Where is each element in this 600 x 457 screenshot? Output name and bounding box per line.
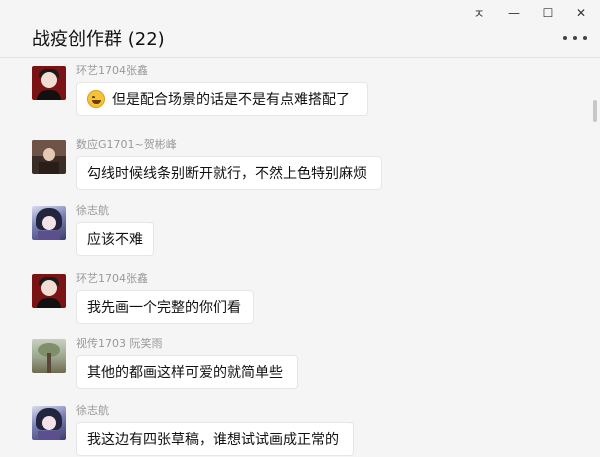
title-bar: 战疫创作群 (22) ㅈ — ☐ ✕ <box>0 0 600 58</box>
laughing-tears-emoji-icon <box>87 90 105 108</box>
message-text: 我这边有四张草稿，谁想试试画成正常的 <box>87 432 339 448</box>
message-text: 我先画一个完整的你们看 <box>87 300 241 316</box>
maximize-icon[interactable]: ☐ <box>537 4 559 22</box>
sender-name: 徐志航 <box>76 204 109 217</box>
avatar[interactable] <box>32 339 66 373</box>
message-list[interactable]: 环艺1704张鑫 但是配合场景的话是不是有点难搭配了 数应G1701~贺彬峰 勾… <box>0 58 600 457</box>
minimize-icon[interactable]: — <box>503 4 525 22</box>
message-text: 应该不难 <box>87 232 143 248</box>
sender-name: 视传1703 阮笑雨 <box>76 337 163 350</box>
sender-name: 环艺1704张鑫 <box>76 272 148 285</box>
message-bubble[interactable]: 应该不难 <box>76 222 154 256</box>
avatar[interactable] <box>32 66 66 100</box>
chat-title: 战疫创作群 (22) <box>32 29 165 50</box>
message-text: 其他的都画这样可爱的就简单些 <box>87 365 283 381</box>
message-bubble[interactable]: 其他的都画这样可爱的就简单些 <box>76 355 298 389</box>
sender-name: 徐志航 <box>76 404 109 417</box>
sender-name: 环艺1704张鑫 <box>76 64 148 77</box>
message-text: 但是配合场景的话是不是有点难搭配了 <box>112 92 350 108</box>
message-bubble[interactable]: 但是配合场景的话是不是有点难搭配了 <box>76 82 368 116</box>
message-bubble[interactable]: 我先画一个完整的你们看 <box>76 290 254 324</box>
more-horizontal-icon[interactable] <box>563 32 587 44</box>
message-bubble[interactable]: 我这边有四张草稿，谁想试试画成正常的 <box>76 422 354 456</box>
pin-icon[interactable]: ㅈ <box>468 4 490 22</box>
avatar[interactable] <box>32 206 66 240</box>
avatar[interactable] <box>32 274 66 308</box>
message-text: 勾线时候线条别断开就行，不然上色特别麻烦 <box>87 166 367 182</box>
close-icon[interactable]: ✕ <box>570 4 592 22</box>
sender-name: 数应G1701~贺彬峰 <box>76 138 177 151</box>
avatar[interactable] <box>32 140 66 174</box>
avatar[interactable] <box>32 406 66 440</box>
message-bubble[interactable]: 勾线时候线条别断开就行，不然上色特别麻烦 <box>76 156 382 190</box>
scrollbar[interactable] <box>593 100 597 122</box>
